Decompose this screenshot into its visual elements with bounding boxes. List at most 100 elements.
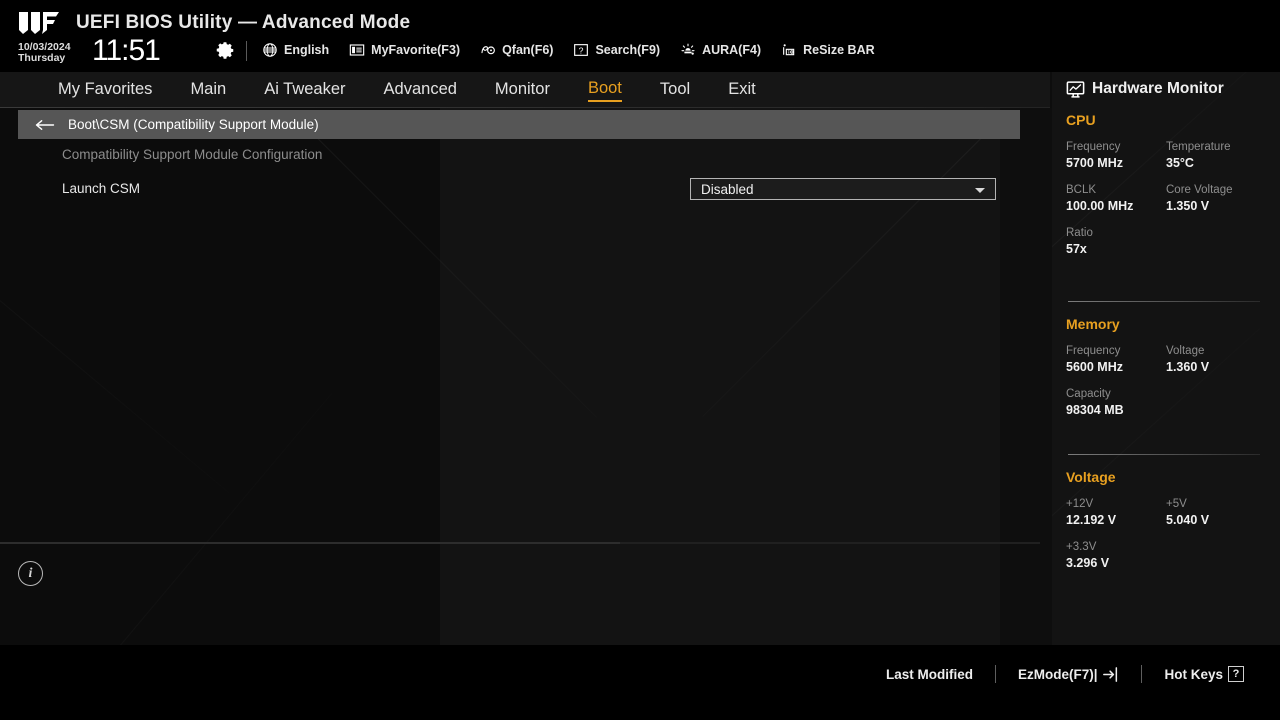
- toolbar-item-qfan[interactable]: Qfan(F6): [480, 42, 553, 58]
- hw-key: +12V: [1066, 498, 1094, 510]
- hw-field-cpu-frequency: Frequency 5700 MHz: [1066, 141, 1166, 170]
- question-box-icon: ?: [1228, 666, 1244, 682]
- toolbar-item-resize-bar[interactable]: ReSize BAR: [781, 42, 875, 58]
- content-divider: [0, 542, 1040, 544]
- date-display: 10/03/2024 Thursday: [18, 42, 71, 64]
- hw-value: 5.040 V: [1166, 513, 1210, 527]
- hw-field-memory-voltage: Voltage 1.360 V: [1166, 345, 1266, 374]
- section-title: Compatibility Support Module Configurati…: [62, 147, 323, 162]
- tab-exit[interactable]: Exit: [728, 80, 756, 101]
- monitor-icon: [1066, 80, 1085, 98]
- tab-boot[interactable]: Boot: [587, 79, 622, 102]
- info-icon[interactable]: i: [18, 561, 43, 586]
- hw-field-cpu-ratio: Ratio 57x: [1066, 227, 1266, 256]
- hw-value: 3.296 V: [1066, 556, 1110, 570]
- resize-bar-icon: [783, 44, 795, 56]
- globe-icon: [263, 43, 277, 57]
- hw-field-voltage-33v: +3.3V 3.296 V: [1066, 541, 1266, 570]
- hw-key: Temperature: [1166, 141, 1231, 153]
- hw-group-title-memory: Memory: [1066, 316, 1120, 332]
- header-separator: [246, 41, 247, 61]
- hw-key: Frequency: [1066, 141, 1121, 153]
- toolbar-label-myfavorite: MyFavorite(F3): [371, 43, 461, 57]
- hw-value: 98304 MB: [1066, 403, 1124, 417]
- hw-value: 1.350 V: [1166, 199, 1210, 213]
- hw-field-cpu-temperature: Temperature 35°C: [1166, 141, 1266, 170]
- gear-icon[interactable]: [216, 41, 234, 59]
- toolbar-label-qfan: Qfan(F6): [502, 43, 554, 57]
- header-bar: UEFI BIOS Utility — Advanced Mode 10/03/…: [0, 0, 1280, 72]
- launch-csm-dropdown[interactable]: Disabled: [690, 178, 996, 200]
- weekday-value: Thursday: [18, 52, 66, 64]
- info-glyph: i: [28, 565, 33, 581]
- toolbar-item-aura[interactable]: AURA(F4): [680, 42, 761, 58]
- setting-row-launch-csm: Launch CSM Disabled: [62, 178, 998, 204]
- hw-key: Core Voltage: [1166, 184, 1233, 196]
- toolbar-item-myfavorite[interactable]: MyFavorite(F3): [349, 42, 460, 58]
- ezmode-label: EzMode(F7)|: [1017, 666, 1098, 682]
- tab-main[interactable]: Main: [190, 80, 226, 101]
- toolbar-label-resize-bar: ReSize BAR: [803, 43, 875, 57]
- breadcrumb-text: Boot\CSM (Compatibility Support Module): [68, 117, 319, 132]
- hw-key: +3.3V: [1066, 541, 1097, 553]
- main-navigation: My Favorites Main Ai Tweaker Advanced Mo…: [0, 72, 1050, 108]
- footer-bar: Last Modified EzMode(F7)| Hot Keys ? Ver…: [0, 645, 1280, 720]
- hw-divider-2: [1068, 454, 1260, 455]
- tab-ai-tweaker[interactable]: Ai Tweaker: [264, 80, 345, 101]
- hw-group-cpu: CPU Frequency 5700 MHz Temperature 35°C …: [1066, 112, 1266, 270]
- arrow-left-icon[interactable]: [34, 118, 56, 132]
- hw-field-cpu-bclk: BCLK 100.00 MHz: [1066, 184, 1166, 213]
- toolbar-item-search[interactable]: ? Search(F9): [573, 42, 660, 58]
- hw-group-title-voltage: Voltage: [1066, 469, 1116, 485]
- tab-tool[interactable]: Tool: [660, 80, 690, 101]
- footer-actions: Last Modified EzMode(F7)| Hot Keys ?: [864, 665, 1266, 683]
- hardware-monitor-title: Hardware Monitor: [1092, 80, 1224, 97]
- hw-key: BCLK: [1066, 184, 1097, 196]
- hot-keys-label: Hot Keys: [1164, 666, 1223, 682]
- tab-monitor[interactable]: Monitor: [495, 80, 550, 101]
- svg-text:?: ?: [579, 45, 584, 55]
- toolbar-item-language[interactable]: English: [262, 42, 329, 58]
- launch-csm-value: Disabled: [701, 181, 754, 197]
- hw-divider-1: [1068, 301, 1260, 302]
- qfan-icon: [481, 46, 495, 55]
- chevron-down-icon: [975, 188, 985, 193]
- hardware-monitor-panel: Hardware Monitor CPU Frequency 5700 MHz …: [1052, 72, 1280, 645]
- hw-key: Frequency: [1066, 345, 1121, 357]
- tab-my-favorites[interactable]: My Favorites: [58, 80, 152, 101]
- clock-display: 11:51: [92, 34, 161, 67]
- ezmode-button[interactable]: EzMode(F7)|: [996, 667, 1142, 682]
- hw-key: Capacity: [1066, 388, 1111, 400]
- hw-field-voltage-12v: +12V 12.192 V: [1066, 498, 1166, 527]
- page-title: UEFI BIOS Utility — Advanced Mode: [76, 12, 411, 33]
- hw-value: 35°C: [1166, 156, 1194, 170]
- header-toolbar: English MyFavorite(F3) Qfan(F6) ? Search…: [262, 42, 875, 58]
- breadcrumb[interactable]: Boot\CSM (Compatibility Support Module): [18, 110, 1020, 139]
- hw-key: Ratio: [1066, 227, 1093, 239]
- setting-label-launch-csm: Launch CSM: [62, 181, 141, 196]
- toolbar-label-aura: AURA(F4): [702, 43, 762, 57]
- hw-value: 12.192 V: [1066, 513, 1117, 527]
- hw-field-memory-capacity: Capacity 98304 MB: [1066, 388, 1266, 417]
- hw-value: 5700 MHz: [1066, 156, 1123, 170]
- hw-value: 1.360 V: [1166, 360, 1210, 374]
- hw-key: Voltage: [1166, 345, 1205, 357]
- question-box-icon: ?: [574, 44, 589, 56]
- hw-value: 5600 MHz: [1066, 360, 1123, 374]
- hw-group-memory: Memory Frequency 5600 MHz Voltage 1.360 …: [1066, 316, 1266, 431]
- hot-keys-button[interactable]: Hot Keys ?: [1142, 666, 1266, 682]
- toolbar-label-language: English: [284, 43, 330, 57]
- toolbar-label-search: Search(F9): [595, 43, 661, 57]
- hardware-monitor-header: Hardware Monitor: [1066, 80, 1224, 98]
- exit-arrow-icon: [1103, 666, 1118, 682]
- last-modified-button[interactable]: Last Modified: [864, 667, 995, 682]
- settings-panel: Compatibility Support Module Configurati…: [0, 139, 1050, 645]
- hw-field-cpu-core-voltage: Core Voltage 1.350 V: [1166, 184, 1266, 213]
- aura-icon: [681, 43, 695, 55]
- hw-group-title-cpu: CPU: [1066, 112, 1096, 128]
- tab-advanced[interactable]: Advanced: [384, 80, 457, 101]
- hw-value: 57x: [1066, 242, 1087, 256]
- hw-value: 100.00 MHz: [1066, 199, 1134, 213]
- hw-group-voltage: Voltage +12V 12.192 V +5V 5.040 V +3.3V …: [1066, 469, 1266, 584]
- favorite-icon: [349, 44, 365, 56]
